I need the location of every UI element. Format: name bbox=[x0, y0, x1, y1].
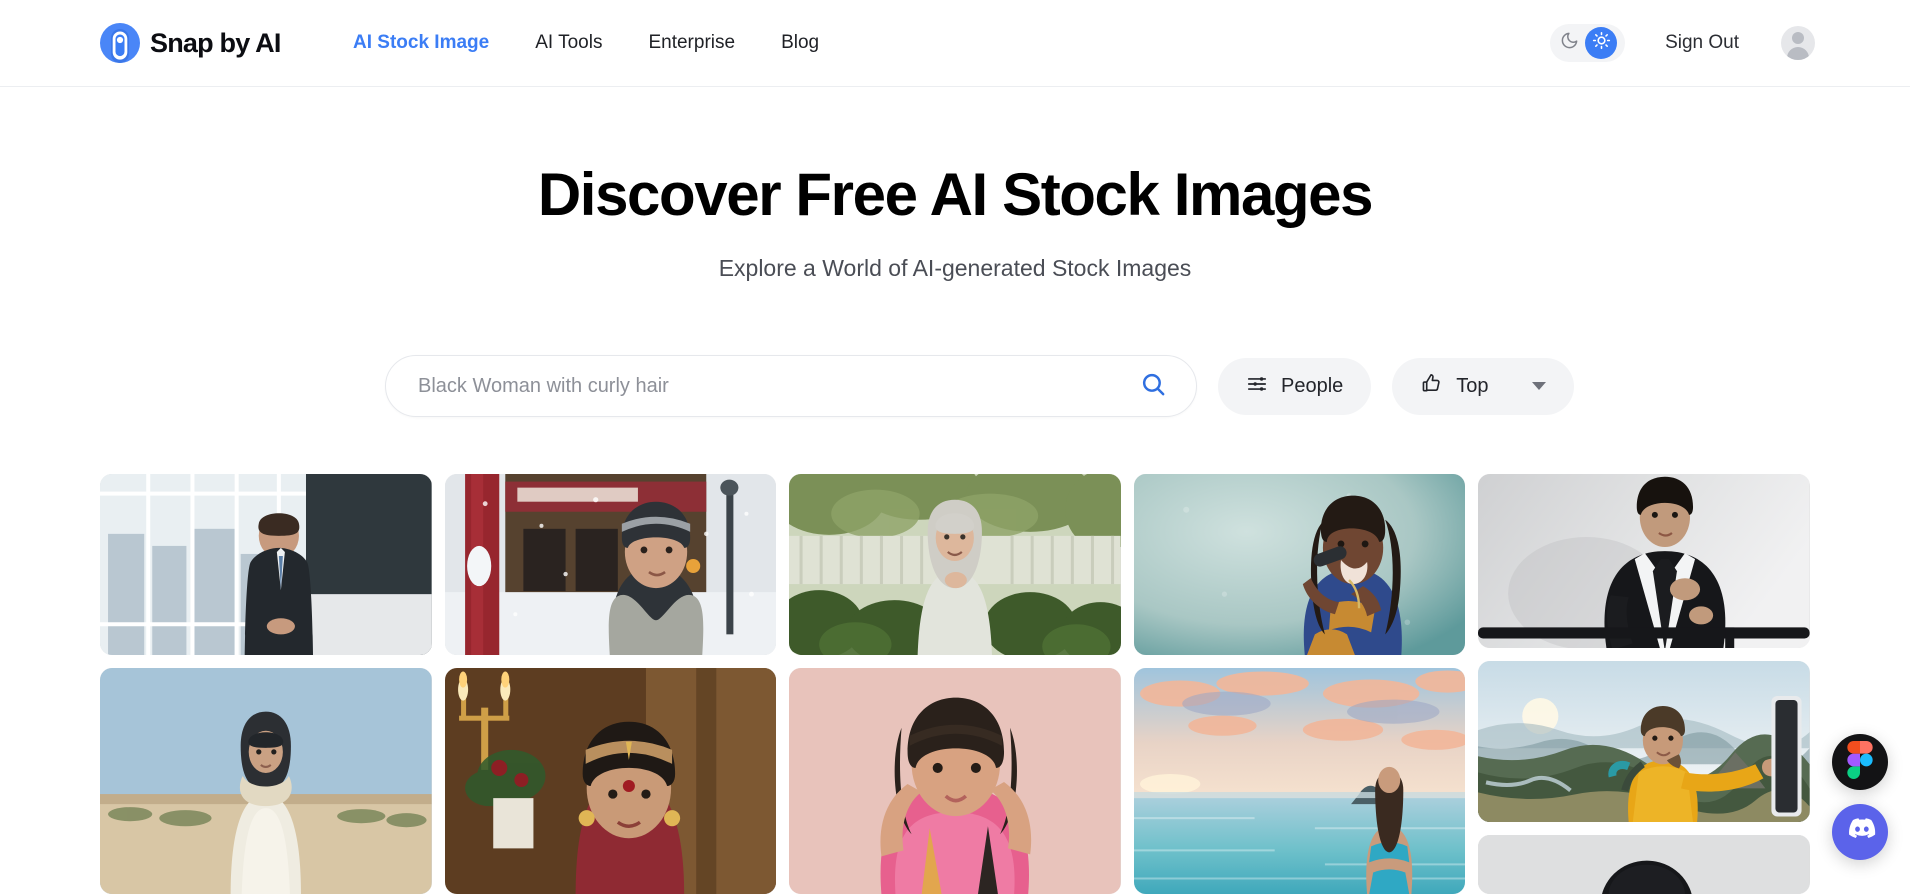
gallery-tile[interactable] bbox=[1134, 668, 1466, 894]
sun-icon bbox=[1592, 31, 1611, 55]
hero-section: Discover Free AI Stock Images Explore a … bbox=[0, 87, 1910, 282]
page-subtitle: Explore a World of AI-generated Stock Im… bbox=[0, 255, 1910, 282]
gallery-tile[interactable] bbox=[1134, 474, 1466, 655]
gallery-tile[interactable] bbox=[445, 474, 777, 655]
filter-people-button[interactable]: People bbox=[1218, 358, 1371, 415]
gallery-column bbox=[1134, 474, 1466, 894]
gallery-tile[interactable] bbox=[789, 668, 1121, 894]
nav-item-ai-stock-image[interactable]: AI Stock Image bbox=[330, 26, 512, 60]
chevron-down-icon[interactable] bbox=[1532, 382, 1546, 390]
brand-name: Snap by AI bbox=[150, 28, 281, 59]
thumbs-up-icon bbox=[1420, 372, 1443, 400]
sliders-icon bbox=[1246, 373, 1268, 400]
figma-button[interactable] bbox=[1832, 734, 1888, 790]
main-navigation: AI Stock Image AI Tools Enterprise Blog bbox=[330, 26, 842, 60]
gallery-column bbox=[789, 474, 1121, 894]
sort-top-label: Top bbox=[1456, 375, 1488, 398]
discord-icon bbox=[1845, 814, 1876, 850]
gallery-tile[interactable] bbox=[1478, 835, 1810, 894]
search-button[interactable] bbox=[1136, 369, 1170, 403]
page-title: Discover Free AI Stock Images bbox=[0, 162, 1910, 228]
theme-light-option[interactable] bbox=[1585, 27, 1617, 59]
gallery-tile[interactable] bbox=[100, 668, 432, 894]
discord-button[interactable] bbox=[1832, 804, 1888, 860]
search-input[interactable] bbox=[418, 375, 1136, 398]
figma-icon bbox=[1847, 741, 1873, 784]
user-avatar-icon[interactable] bbox=[1781, 26, 1815, 60]
nav-item-ai-tools[interactable]: AI Tools bbox=[512, 26, 625, 60]
gallery-tile[interactable] bbox=[1478, 661, 1810, 821]
moon-icon bbox=[1560, 31, 1579, 55]
gallery-tile[interactable] bbox=[789, 474, 1121, 655]
image-gallery-grid bbox=[100, 474, 1810, 894]
snap-lens-logo-icon bbox=[100, 23, 140, 63]
gallery-tile[interactable] bbox=[445, 668, 777, 894]
search-row: People Top bbox=[385, 355, 1574, 417]
theme-dark-option[interactable] bbox=[1553, 27, 1585, 59]
sign-out-button[interactable]: Sign Out bbox=[1665, 32, 1739, 54]
gallery-column bbox=[100, 474, 432, 894]
gallery-column bbox=[445, 474, 777, 894]
nav-item-enterprise[interactable]: Enterprise bbox=[625, 26, 758, 60]
header-actions: Sign Out bbox=[1550, 24, 1815, 62]
nav-item-blog[interactable]: Blog bbox=[758, 26, 842, 60]
site-header: Snap by AI AI Stock Image AI Tools Enter… bbox=[0, 0, 1910, 87]
brand-logo[interactable]: Snap by AI bbox=[100, 23, 281, 63]
gallery-tile[interactable] bbox=[100, 474, 432, 655]
floating-action-buttons bbox=[1832, 734, 1888, 860]
gallery-tile[interactable] bbox=[1478, 474, 1810, 648]
filter-people-label: People bbox=[1281, 375, 1343, 398]
gallery-column bbox=[1478, 474, 1810, 894]
search-box[interactable] bbox=[385, 355, 1197, 417]
search-icon bbox=[1140, 371, 1167, 401]
theme-toggle[interactable] bbox=[1550, 24, 1625, 62]
sort-top-dropdown[interactable]: Top bbox=[1392, 358, 1573, 415]
